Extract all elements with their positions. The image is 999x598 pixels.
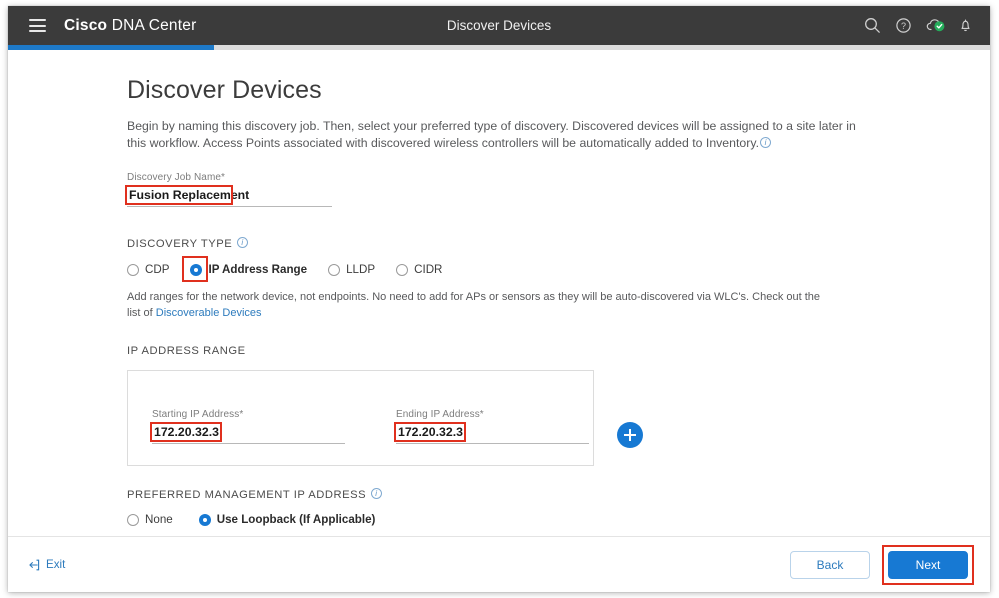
brand-logo[interactable]: Cisco DNA Center [64, 17, 196, 35]
ending-ip-field: Ending IP Address* [394, 409, 589, 444]
ending-ip-input[interactable] [396, 424, 589, 444]
radio-use-loopback-label: Use Loopback (If Applicable) [216, 513, 376, 526]
help-icon[interactable]: ? [895, 17, 912, 34]
search-icon[interactable] [864, 17, 881, 34]
discovery-type-heading: DISCOVERY TYPE [127, 237, 990, 250]
exit-button[interactable]: Exit [28, 558, 65, 571]
radio-indicator [127, 263, 139, 276]
brand-name-rest: DNA Center [107, 16, 197, 34]
page-intro-text: Begin by naming this discovery job. Then… [127, 118, 863, 152]
radio-ip-address-range[interactable]: IP Address Range [182, 256, 308, 282]
footer-actions: Back Next [790, 544, 974, 585]
info-icon[interactable] [760, 137, 771, 148]
top-navigation-bar: Cisco DNA Center Discover Devices ? [8, 6, 990, 45]
ip-range-fields: Starting IP Address* Ending IP Address* [128, 409, 593, 444]
discovery-type-radio-group: CDP IP Address Range LLDP CIDR [127, 256, 990, 282]
radio-lldp-label: LLDP [346, 263, 376, 276]
preferred-management-ip-info-icon[interactable] [370, 488, 382, 499]
radio-none[interactable]: None [127, 513, 173, 526]
preferred-management-ip-section: PREFERRED MANAGEMENT IP ADDRESS None Use… [127, 488, 990, 526]
radio-lldp[interactable]: LLDP [328, 263, 375, 276]
starting-ip-label: Starting IP Address* [152, 409, 244, 420]
ip-address-range-section: IP ADDRESS RANGE Starting IP Address* En… [127, 345, 990, 466]
radio-ip-address-range-label: IP Address Range [208, 263, 308, 276]
topbar-icon-group: ? [864, 6, 974, 45]
exit-icon [29, 559, 40, 570]
wizard-footer: Exit Back Next [8, 536, 990, 592]
exit-button-label: Exit [46, 558, 66, 571]
app-window: Cisco DNA Center Discover Devices ? Disc… [8, 6, 990, 592]
discovery-type-info-icon[interactable] [237, 237, 248, 248]
ip-range-card: Starting IP Address* Ending IP Address* [127, 370, 594, 466]
cloud-connected-icon[interactable] [926, 17, 945, 34]
radio-indicator [190, 263, 203, 276]
radio-indicator [198, 513, 211, 526]
discovery-type-helper-text: Add ranges for the network device, not e… [127, 289, 833, 321]
radio-use-loopback[interactable]: Use Loopback (If Applicable) [198, 513, 376, 526]
discovery-job-name-input[interactable] [127, 187, 332, 207]
page-title: Discover Devices [127, 76, 322, 104]
radio-indicator [328, 263, 341, 276]
preferred-management-ip-heading-text: PREFERRED MANAGEMENT IP ADDRESS [127, 489, 367, 501]
intro-line-2: workflow. Access Points associated with … [149, 136, 759, 150]
discovery-job-name-field: Discovery Job Name* [125, 172, 332, 207]
discovery-type-section: DISCOVERY TYPE CDP IP Address Range LLDP [127, 237, 990, 321]
next-button[interactable]: Next [888, 550, 968, 579]
radio-indicator [396, 263, 409, 276]
ip-address-range-heading: IP ADDRESS RANGE [127, 345, 246, 357]
starting-ip-input[interactable] [152, 424, 345, 444]
discovery-type-heading-text: DISCOVERY TYPE [127, 238, 233, 250]
radio-indicator [127, 513, 139, 526]
notifications-bell-icon[interactable] [957, 17, 974, 34]
preferred-management-ip-radio-group: None Use Loopback (If Applicable) [127, 513, 990, 526]
discovery-job-name-label: Discovery Job Name* [127, 172, 226, 183]
radio-cidr[interactable]: CIDR [396, 263, 442, 276]
radio-cdp-label: CDP [145, 263, 170, 276]
back-button[interactable]: Back [790, 550, 870, 579]
hamburger-icon[interactable] [29, 19, 46, 32]
discoverable-devices-link[interactable]: Discoverable Devices [156, 307, 262, 319]
svg-text:?: ? [901, 21, 906, 31]
radio-none-label: None [145, 513, 173, 526]
next-button-wrapper: Next [882, 544, 974, 585]
brand-name-bold: Cisco [64, 16, 108, 34]
ending-ip-label: Ending IP Address* [396, 409, 484, 420]
radio-cidr-label: CIDR [414, 263, 443, 276]
preferred-management-ip-heading: PREFERRED MANAGEMENT IP ADDRESS [127, 488, 990, 501]
main-content: Discover Devices Begin by naming this di… [8, 50, 990, 540]
radio-cdp[interactable]: CDP [127, 263, 169, 276]
starting-ip-field: Starting IP Address* [150, 409, 345, 444]
add-ip-range-button[interactable] [617, 422, 643, 448]
